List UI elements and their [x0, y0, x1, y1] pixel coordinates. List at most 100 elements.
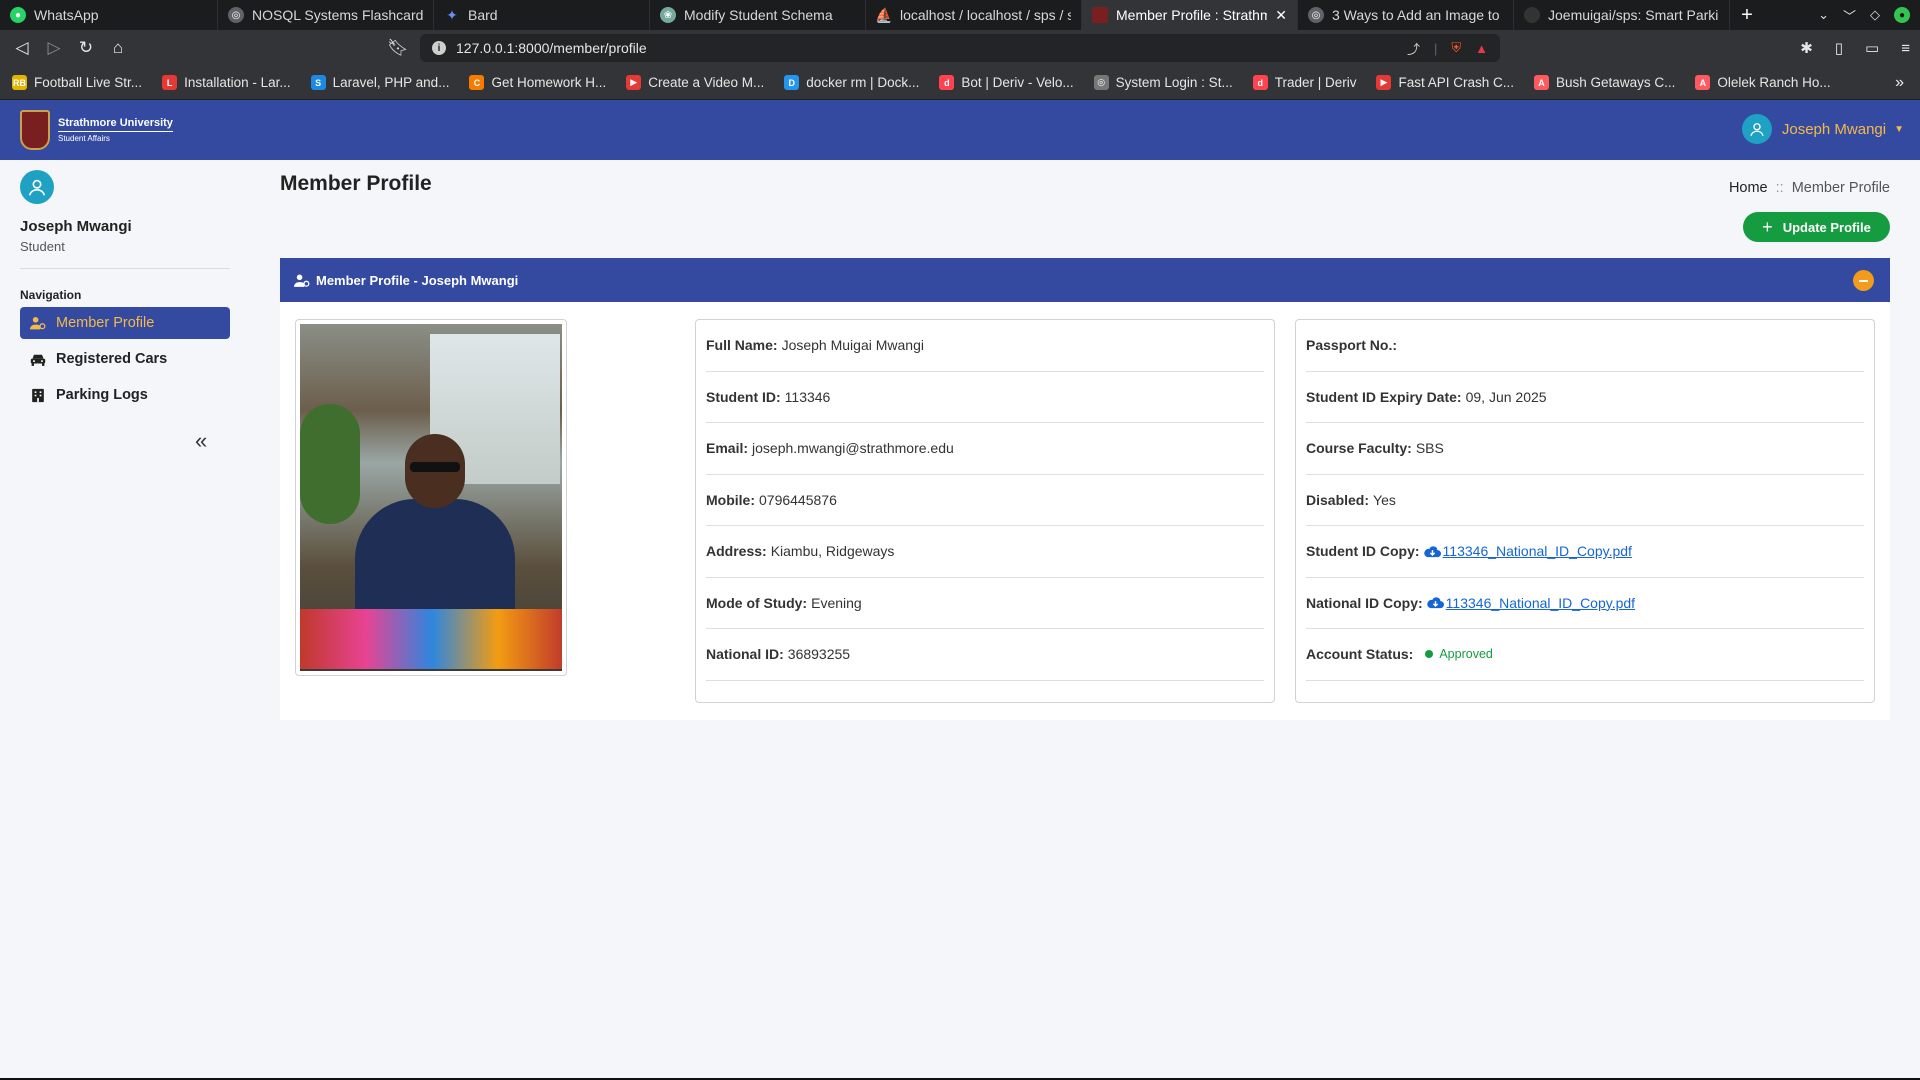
back-icon[interactable]: ◁ [6, 38, 38, 58]
share-icon[interactable]: ⤴ [1407, 39, 1420, 58]
tab-list-icon[interactable]: ⌄ [1818, 7, 1829, 23]
collapse-card-button[interactable] [1853, 270, 1874, 291]
sidebar-divider [20, 268, 230, 269]
field-value: Evening [811, 594, 862, 611]
new-tab-icon[interactable]: + [1730, 4, 1764, 27]
header-user-name: Joseph Mwangi [1781, 120, 1887, 138]
page-title: Member Profile [280, 172, 432, 195]
field-value: joseph.mwangi@strathmore.edu [752, 440, 954, 457]
bookmark-item[interactable]: ◎ System Login : St... [1093, 75, 1233, 90]
globe-icon: ◎ [1093, 75, 1109, 90]
tab-title: localhost / localhost / sps / stu [900, 7, 1071, 23]
bookmark-icon[interactable]: 🔖︎ [382, 38, 414, 58]
user-cog-icon [294, 274, 310, 287]
sidebar-item-member-profile[interactable]: Member Profile [20, 307, 230, 339]
openai-icon: ❀ [660, 7, 676, 23]
user-cog-icon [30, 316, 46, 330]
forward-icon[interactable]: ▷ [38, 38, 70, 58]
airbnb-icon: A [1695, 75, 1711, 90]
bookmark-label: System Login : St... [1115, 75, 1233, 90]
status-value: Approved [1439, 647, 1493, 662]
sidebar-toggle-icon[interactable]: ▯ [1835, 39, 1843, 57]
bookmark-item[interactable]: S Laravel, PHP and... [310, 75, 450, 90]
bookmark-item[interactable]: A Bush Getaways C... [1534, 75, 1675, 90]
minimize-icon[interactable]: ﹀ [1843, 6, 1856, 25]
brave-shield-icon[interactable]: ⛨ [1451, 40, 1461, 56]
bookmark-label: Fast API Crash C... [1398, 75, 1515, 90]
wallet-icon[interactable]: ▭ [1865, 39, 1879, 57]
url-field[interactable]: i 127.0.0.1:8000/member/profile ⤴ | ⛨ ▲ [420, 34, 1500, 62]
tab-phpmyadmin[interactable]: ⛵ localhost / localhost / sps / stu [866, 0, 1082, 30]
bookmark-item[interactable]: A Olelek Ranch Ho... [1695, 75, 1831, 90]
close-tab-icon[interactable]: ✕ [1275, 7, 1287, 24]
file-name: 113346_National_ID_Copy.pdf [1445, 594, 1636, 611]
sidebar-item-registered-cars[interactable]: Registered Cars [20, 343, 230, 375]
reload-icon[interactable]: ↻ [70, 38, 102, 58]
window-controls: ⌄ ﹀ ◇ ● [1818, 6, 1920, 25]
more-bookmarks-icon[interactable]: » [1895, 74, 1904, 92]
field-value: SBS [1415, 440, 1444, 457]
update-profile-button[interactable]: + Update Profile [1743, 212, 1890, 242]
sidebar-item-label: Parking Logs [56, 387, 148, 403]
field-label: Student ID: [706, 388, 781, 405]
tab-git-image[interactable]: ◎ 3 Ways to Add an Image to Git [1298, 0, 1514, 30]
sidebar-item-parking-logs[interactable]: Parking Logs [20, 379, 230, 411]
tab-whatsapp[interactable]: ● WhatsApp [0, 0, 218, 30]
nav-heading: Navigation [20, 288, 82, 302]
bookmark-item[interactable]: d Bot | Deriv - Velo... [939, 75, 1074, 90]
breadcrumb-current: Member Profile [1791, 180, 1890, 196]
brave-rewards-icon[interactable]: ▲ [1475, 41, 1488, 56]
status-badge: Approved [1425, 647, 1493, 661]
tab-chatgpt[interactable]: ❀ Modify Student Schema [650, 0, 866, 30]
field-label: Address: [706, 543, 767, 560]
tab-nosql[interactable]: ◎ NOSQL Systems Flashcards | Q [218, 0, 434, 30]
university-logo[interactable]: Strathmore University Student Affairs [20, 110, 173, 150]
national-id-copy-link[interactable]: 113346_National_ID_Copy.pdf [1426, 594, 1636, 611]
update-profile-label: Update Profile [1782, 219, 1871, 235]
national-id-copy-row: National ID Copy: 113346_National_ID_Cop… [1306, 578, 1864, 629]
url-divider: | [1433, 40, 1438, 56]
file-name: 113346_National_ID_Copy.pdf [1442, 543, 1632, 560]
browser-tab-bar: ● WhatsApp ◎ NOSQL Systems Flashcards | … [0, 0, 1920, 30]
student-id-copy-link[interactable]: 113346_National_ID_Copy.pdf [1423, 543, 1632, 560]
c-icon: C [469, 75, 485, 90]
bookmark-item[interactable]: Ddocker rm | Dock... [784, 75, 919, 90]
close-window-icon[interactable]: ● [1894, 7, 1910, 23]
collapse-sidebar-icon[interactable]: « [195, 428, 207, 454]
tab-title: WhatsApp [34, 7, 99, 23]
extensions-icon[interactable]: ✱ [1800, 39, 1813, 57]
profile-card: Member Profile - Joseph Mwangi Full Name… [280, 258, 1890, 720]
tab-bard[interactable]: ✦ Bard [434, 0, 650, 30]
field-label: Account Status: [1306, 646, 1414, 663]
bookmark-item[interactable]: d Trader | Deriv [1252, 75, 1356, 90]
bookmark-item[interactable]: C Get Homework H... [469, 75, 606, 90]
browser-toolbar-right: ✱ ▯ ▭ ≡ [1800, 30, 1910, 66]
tab-title: Member Profile : Strathmo [1116, 7, 1268, 23]
tab-member-profile[interactable]: Member Profile : Strathmo ✕ [1082, 0, 1298, 30]
bookmark-label: docker rm | Dock... [806, 75, 920, 90]
chevron-down-icon: ▼ [1894, 123, 1904, 135]
home-icon[interactable]: ⌂ [102, 38, 134, 58]
phpmyadmin-icon: ⛵ [875, 6, 893, 23]
info-row: Disabled: Yes [1306, 475, 1864, 526]
menu-icon[interactable]: ≡ [1901, 40, 1910, 57]
strathmore-icon [1092, 7, 1108, 23]
restore-icon[interactable]: ◇ [1870, 7, 1880, 23]
bookmark-item[interactable]: ▶ Fast API Crash C... [1376, 75, 1514, 90]
globe-icon: ◎ [228, 7, 244, 23]
field-value: 0796445876 [759, 491, 837, 508]
airbnb-icon: A [1534, 75, 1550, 90]
url-text: 127.0.0.1:8000/member/profile [456, 40, 647, 56]
bookmark-label: Laravel, PHP and... [332, 75, 450, 90]
profile-photo-image [300, 324, 562, 671]
tab-github[interactable]: Joemuigai/sps: Smart Parking [1514, 0, 1730, 30]
academic-details-panel: Passport No.: Student ID Expiry Date: 09, … [1295, 319, 1875, 703]
site-info-icon[interactable]: i [432, 41, 446, 55]
bookmark-item[interactable]: L Installation - Lar... [162, 75, 291, 90]
logo-subtitle: Student Affairs [58, 131, 173, 143]
bookmark-item[interactable]: ▶ Create a Video M... [626, 75, 764, 90]
breadcrumb-home-link[interactable]: Home [1729, 180, 1768, 196]
bookmark-item[interactable]: RB Football Live Str... [12, 75, 142, 90]
user-menu[interactable]: Joseph Mwangi ▼ [1741, 114, 1904, 144]
student-id-copy-row: Student ID Copy: 113346_National_ID_Copy… [1306, 526, 1864, 578]
